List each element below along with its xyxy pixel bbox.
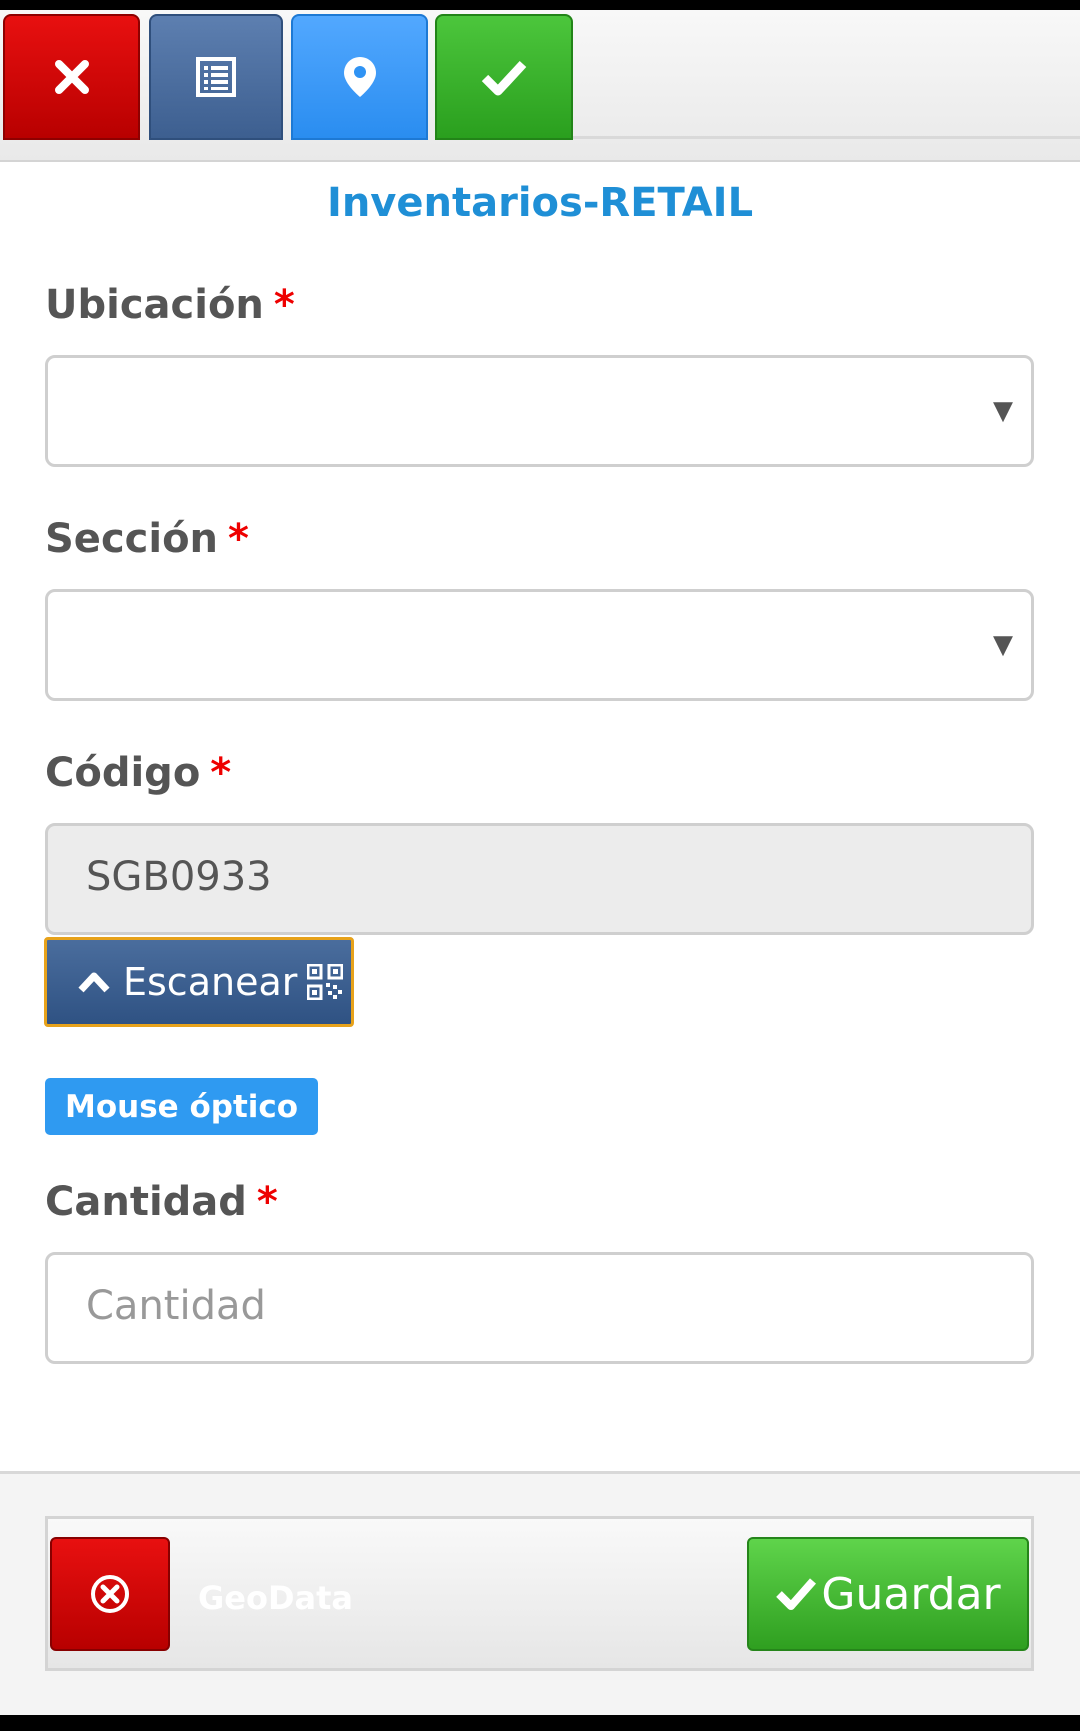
app-page: Inventarios-RETAIL Ubicación * ▼ Sección *… <box>0 10 1080 1715</box>
confirm-button[interactable] <box>435 14 573 140</box>
cantidad-label: Cantidad * <box>45 1179 278 1225</box>
ubicacion-select[interactable]: ▼ <box>45 355 1034 467</box>
list-icon <box>196 57 236 97</box>
chevron-up-icon <box>78 972 110 993</box>
codigo-value: SGB0933 <box>86 854 272 900</box>
scan-button[interactable]: Escanear <box>44 937 354 1027</box>
dropdown-arrow-icon: ▼ <box>993 396 1013 426</box>
codigo-label: Código * <box>45 750 231 796</box>
form-title: Inventarios-RETAIL <box>326 180 754 226</box>
cancel-button[interactable] <box>50 1537 170 1651</box>
scan-button-label: Escanear <box>123 960 298 1004</box>
ubicacion-label: Ubicación * <box>45 282 295 328</box>
qr-code-icon <box>307 964 344 1000</box>
list-button[interactable] <box>149 14 283 140</box>
codigo-label-text: Código <box>45 750 201 796</box>
top-toolbar <box>0 10 1080 162</box>
save-button[interactable]: Guardar <box>747 1537 1029 1651</box>
cantidad-placeholder: Cantidad <box>86 1283 266 1329</box>
footer-bar: GeoData Guardar <box>45 1516 1034 1671</box>
ubicacion-label-text: Ubicación <box>45 282 264 328</box>
cantidad-input[interactable]: Cantidad <box>45 1252 1034 1364</box>
required-marker: * <box>210 750 232 796</box>
check-icon <box>481 60 527 96</box>
close-icon <box>54 60 89 94</box>
toolbar-divider <box>573 136 1080 139</box>
close-button[interactable] <box>3 14 140 140</box>
required-marker: * <box>228 516 249 562</box>
seccion-select[interactable]: ▼ <box>45 589 1034 701</box>
footer: GeoData Guardar <box>0 1471 1080 1715</box>
check-icon <box>776 1578 817 1610</box>
required-marker: * <box>256 1179 278 1225</box>
required-marker: * <box>273 282 295 328</box>
codigo-input[interactable]: SGB0933 <box>45 823 1034 935</box>
seccion-label-text: Sección <box>45 516 219 562</box>
cancel-circle-icon <box>91 1575 129 1613</box>
save-button-label: Guardar <box>821 1568 1001 1620</box>
dropdown-arrow-icon: ▼ <box>993 630 1013 660</box>
location-pin-icon <box>343 57 376 97</box>
mouse-optico-badge[interactable]: Mouse óptico <box>45 1078 319 1135</box>
seccion-label: Sección * <box>45 516 249 562</box>
geodata-label: GeoData <box>198 1579 353 1617</box>
location-button[interactable] <box>291 14 428 140</box>
cantidad-label-text: Cantidad <box>45 1179 247 1225</box>
